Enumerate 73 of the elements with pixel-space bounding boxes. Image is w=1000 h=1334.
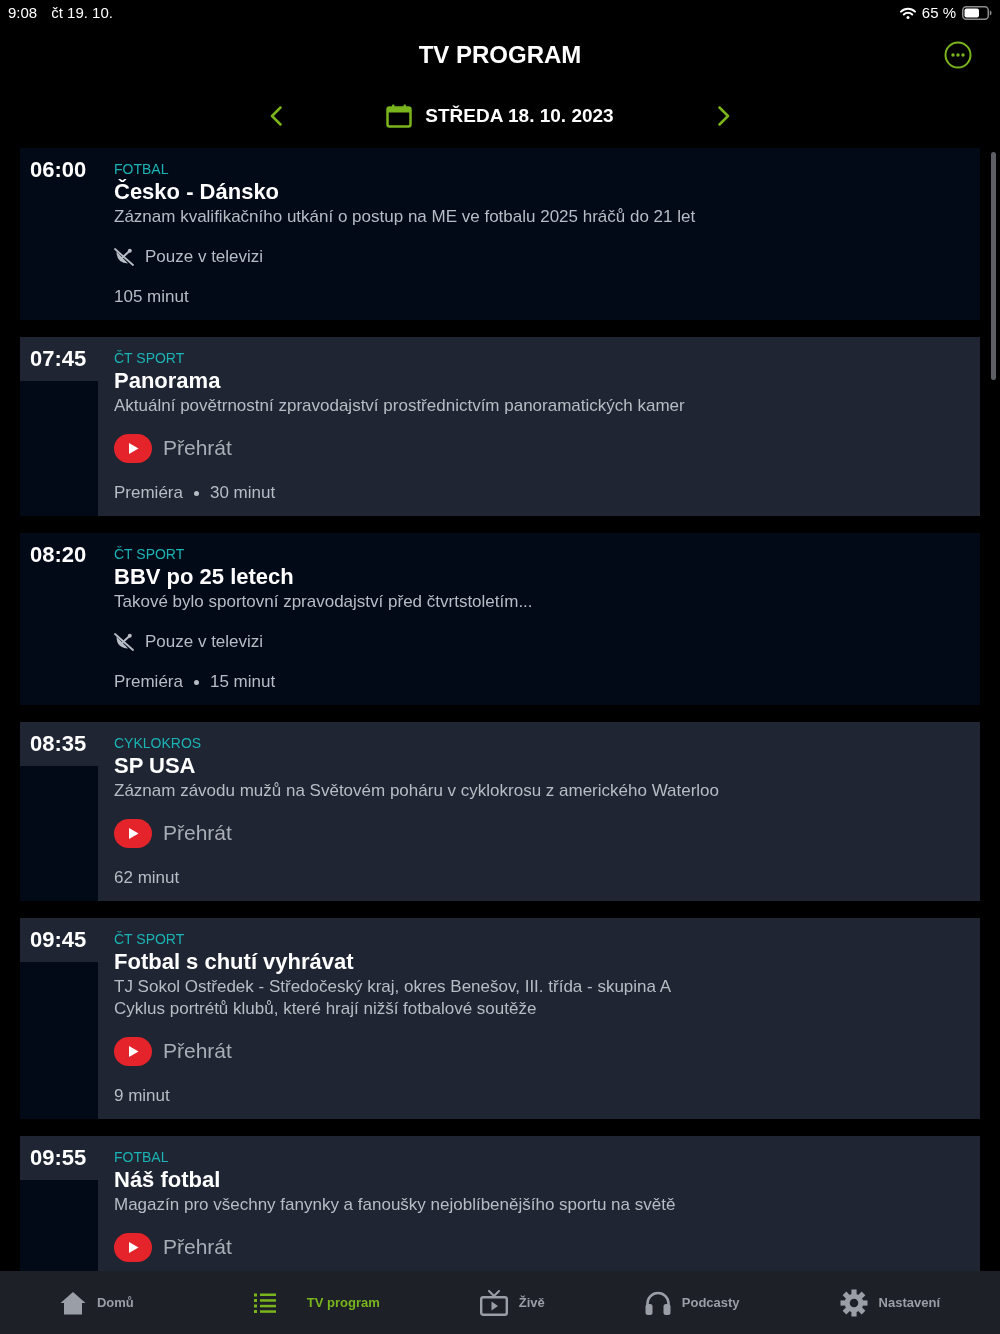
program-meta-text: Premiéra (114, 672, 183, 692)
program-card[interactable]: 09:45 ČT SPORT Fotbal s chutí vyhrávat TJ Sokol Ostředek - Středočeský kraj, okres Benešov, III. třída - skupina A Cyklus portrétů klubů, které hrají nižší fotbalové soutěže Přehrát 9 minut (20, 918, 980, 1119)
calendar-icon (386, 104, 413, 128)
program-description: Takové bylo sportovní zpravodajství před čtvrtstoletím... (114, 591, 534, 613)
battery-icon (962, 5, 992, 20)
date-picker-button[interactable]: STŘEDA 18. 10. 2023 (386, 104, 614, 128)
availability-note: Pouze v televizi (145, 247, 264, 267)
program-meta-text: 62 minut (114, 868, 180, 888)
tab-bar-item[interactable]: Živě (479, 1289, 545, 1316)
program-card[interactable]: 08:35 CYKLOKROS SP USA Záznam závodu mužů na Světovém poháru v cyklokrosu z amerického Waterloo Přehrát 62 minut (20, 722, 980, 901)
next-day-button[interactable] (717, 106, 730, 126)
home-icon (59, 1290, 86, 1315)
more-button[interactable] (944, 41, 972, 69)
bullet-icon (193, 679, 199, 685)
program-category: FOTBAL (114, 1148, 170, 1166)
program-meta-text: 30 minut (209, 483, 276, 503)
program-meta-text: 15 minut (209, 672, 276, 692)
program-time: 09:45 (20, 918, 98, 962)
program-title: SP USA (114, 752, 197, 780)
program-description: Záznam kvalifikačního utkání o postup na ME ve fotbalu 2025 hráčů do 21 let (114, 206, 697, 228)
tab-bar-item[interactable]: Podcasty (644, 1290, 740, 1315)
program-card[interactable]: 08:20 ČT SPORT BBV po 25 letech Takové bylo sportovní zpravodajství před čtvrtstoletím... Pouze v televizi Premiéra 15 minut (20, 533, 980, 705)
page-title: TV PROGRAM (418, 40, 582, 70)
program-card[interactable]: 07:45 ČT SPORT Panorama Aktuální povětrnostní zpravodajství prostřednictvím panoramatických kamer Přehrát Premiéra 30 minut (20, 337, 980, 516)
wifi-icon (899, 6, 916, 19)
settings-icon (839, 1288, 868, 1317)
program-description: TJ Sokol Ostředek - Středočeský kraj, okres Benešov, III. třída - skupina A (114, 976, 673, 998)
tv-icon (479, 1289, 508, 1316)
tab-bar-item[interactable]: TV program (233, 1292, 380, 1313)
status-date: čt 19. 10. (51, 4, 113, 21)
play-button[interactable]: Přehrát (114, 433, 232, 463)
play-button[interactable]: Přehrát (114, 818, 232, 848)
program-time: 09:55 (20, 1136, 98, 1180)
program-card[interactable]: 09:55 FOTBAL Náš fotbal Magazín pro všechny fanynky a fanoušky nejoblíbenějšího sportu na světě Přehrát (20, 1136, 980, 1271)
program-description: Cyklus portrétů klubů, které hrají nižší fotbalové soutěže (114, 998, 538, 1020)
play-button[interactable]: Přehrát (114, 1036, 232, 1066)
chevron-right-icon (717, 106, 730, 126)
play-icon (114, 1232, 152, 1262)
tab-bar-item[interactable]: Nastavení (839, 1288, 941, 1317)
program-time: 07:45 (20, 337, 98, 381)
tab-bar-item[interactable]: Domů (59, 1290, 134, 1315)
chevron-left-icon (270, 106, 283, 126)
ellipsis-icon (944, 41, 972, 69)
program-category: ČT SPORT (114, 545, 186, 563)
status-time: 9:08 (8, 4, 38, 21)
program-card[interactable]: 06:00 FOTBAL Česko - Dánsko Záznam kvalifikačního utkání o postup na ME ve fotbalu 2025 hráčů do 21 let Pouze v televizi 105 minut (20, 148, 980, 320)
program-title: Panorama (114, 367, 222, 395)
program-time: 08:35 (20, 722, 98, 766)
program-description: Magazín pro všechny fanynky a fanoušky nejoblíbenějšího sportu na světě (114, 1194, 677, 1216)
program-meta-text: 105 minut (114, 287, 189, 307)
program-description: Aktuální povětrnostní zpravodajství prostřednictvím panoramatických kamer (114, 395, 686, 417)
program-title: Fotbal s chutí vyhrávat (114, 948, 355, 976)
crossed-dish-icon (114, 248, 134, 266)
play-button[interactable]: Přehrát (114, 1232, 232, 1262)
play-icon (114, 433, 152, 463)
play-icon (114, 818, 152, 848)
program-title: Náš fotbal (114, 1166, 222, 1194)
program-meta-text: Premiéra (114, 483, 183, 503)
availability-note: Pouze v televizi (145, 632, 264, 652)
headphones-icon (644, 1290, 671, 1315)
program-category: ČT SPORT (114, 349, 186, 367)
program-description: Záznam závodu mužů na Světovém poháru v cyklokrosu z amerického Waterloo (114, 780, 721, 802)
program-category: FOTBAL (114, 160, 170, 178)
program-title: BBV po 25 letech (114, 563, 295, 591)
play-icon (114, 1036, 152, 1066)
bullet-icon (193, 490, 199, 496)
battery-percentage: 65 % (921, 4, 956, 21)
program-meta-text: 9 minut (114, 1086, 170, 1106)
program-category: ČT SPORT (114, 930, 186, 948)
program-category: CYKLOKROS (114, 734, 203, 752)
previous-day-button[interactable] (270, 106, 283, 126)
crossed-dish-icon (114, 633, 134, 651)
program-title: Česko - Dánsko (114, 178, 281, 206)
